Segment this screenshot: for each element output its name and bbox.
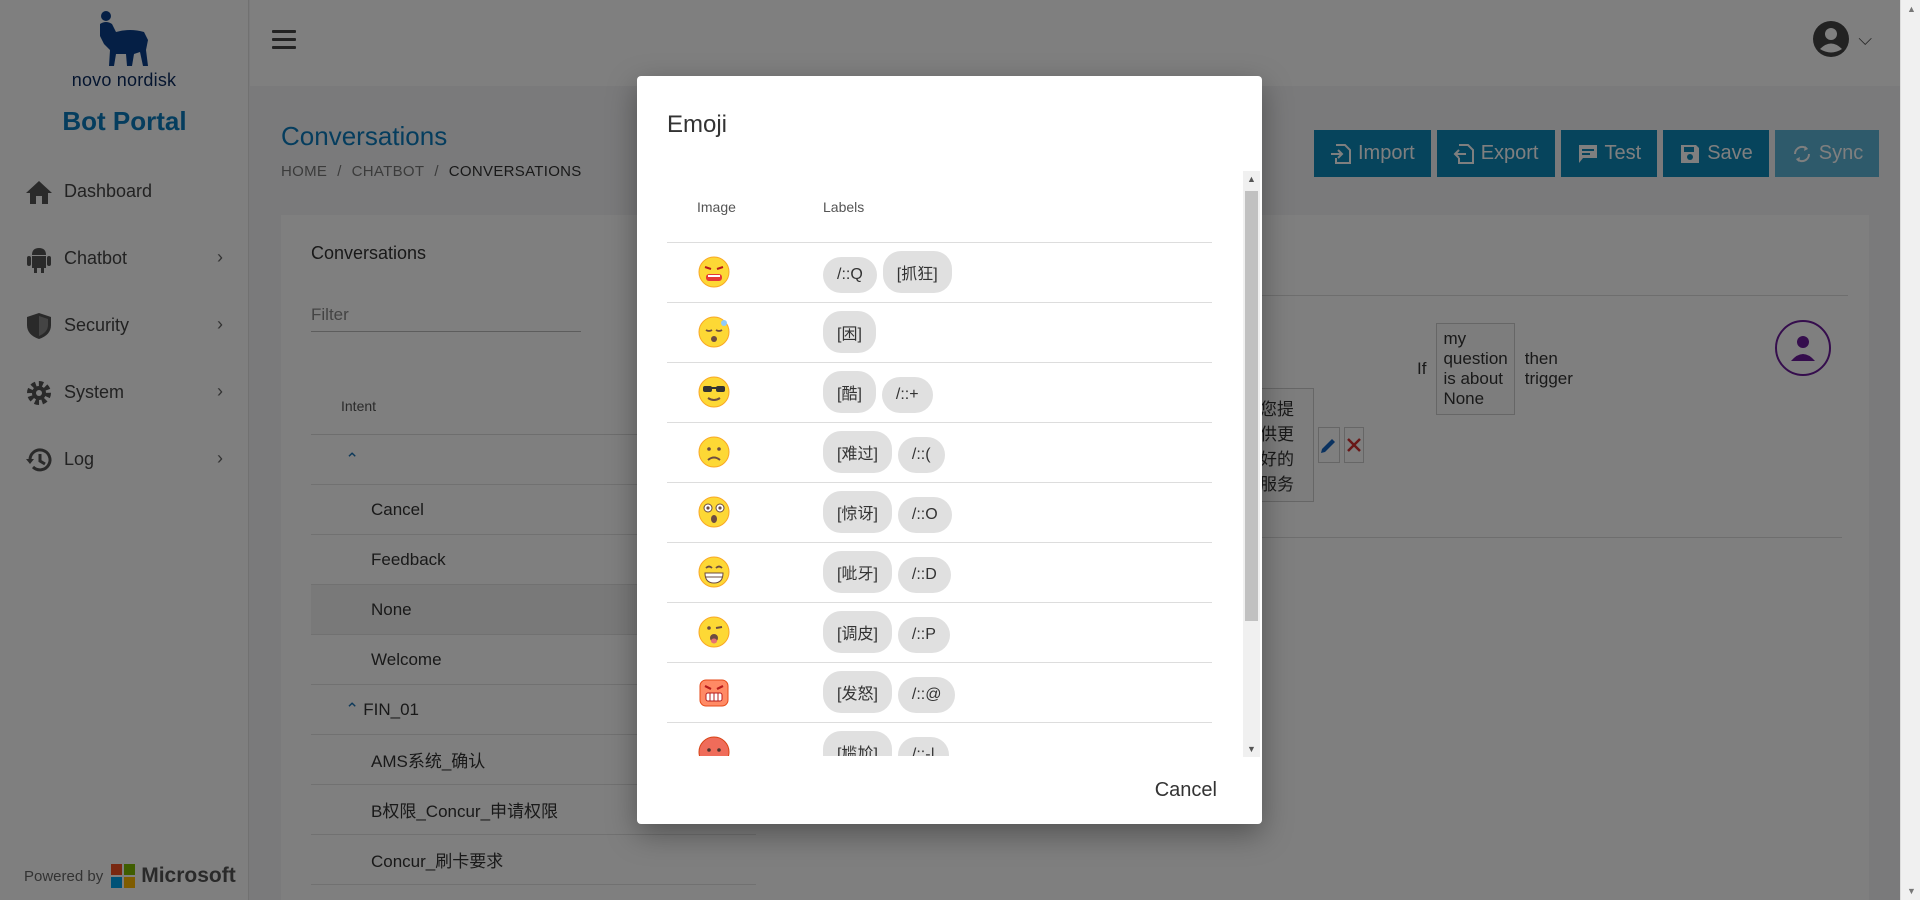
- dialog-scrollbar[interactable]: ▲ ▼: [1243, 171, 1260, 757]
- grimace-emoji-icon: [698, 256, 730, 288]
- emoji-label-chip[interactable]: /::@: [897, 677, 956, 713]
- table-row: /::Q [抓狂]: [667, 242, 1212, 303]
- emoji-label-chip[interactable]: /::D: [897, 557, 951, 593]
- table-row: [困]: [667, 302, 1212, 363]
- tongue-emoji-icon: [698, 616, 730, 648]
- table-row: [难过]/::(: [667, 422, 1212, 483]
- emoji-label-chip[interactable]: /::Q: [823, 257, 877, 293]
- surprised-emoji-icon: [698, 496, 730, 528]
- table-row: [调皮]/::P: [667, 602, 1212, 663]
- emoji-label-chip[interactable]: [难过]: [823, 431, 892, 473]
- emoji-label-chip[interactable]: /::P: [897, 617, 950, 653]
- table-row: [酷]/::+: [667, 362, 1212, 423]
- scroll-down-icon: ▼: [1247, 744, 1256, 754]
- emoji-label-chip[interactable]: [困]: [823, 311, 876, 353]
- emoji-label-chip[interactable]: /::-|: [897, 737, 949, 756]
- scroll-down-icon: ▼: [1907, 886, 1916, 896]
- emoji-label-chip[interactable]: [调皮]: [823, 611, 892, 653]
- table-row: [尴尬] /::-|: [667, 722, 1212, 756]
- page-scrollbar[interactable]: ▲ ▼: [1900, 0, 1920, 900]
- scroll-up-icon: ▲: [1907, 4, 1916, 14]
- angry-emoji-icon: [699, 679, 729, 707]
- emoji-table: Image Labels /::Q [抓狂] [困] [酷]/::+ [难过] …: [667, 172, 1212, 756]
- table-row: [呲牙]/::D: [667, 542, 1212, 603]
- cool-emoji-icon: [698, 376, 730, 408]
- emoji-dialog: Emoji Image Labels /::Q [抓狂] [困] [酷] /::…: [637, 76, 1262, 824]
- sad-emoji-icon: [698, 436, 730, 468]
- table-row: [惊讶]/::O: [667, 482, 1212, 543]
- scroll-up-icon: ▲: [1247, 174, 1256, 184]
- emoji-label-chip[interactable]: [酷]: [823, 371, 876, 413]
- emoji-label-chip[interactable]: [尴尬]: [823, 731, 892, 756]
- emoji-label-chip[interactable]: /::+: [881, 377, 933, 413]
- emoji-label-chip[interactable]: /::O: [897, 497, 952, 533]
- col-image-header: Image: [667, 172, 823, 243]
- dialog-title: Emoji: [667, 111, 728, 138]
- emoji-label-chip[interactable]: [惊讶]: [823, 491, 892, 533]
- awkward-emoji-icon: [698, 736, 730, 756]
- cancel-button[interactable]: Cancel: [1155, 779, 1217, 802]
- sleepy-emoji-icon: [698, 316, 730, 348]
- col-labels-header: Labels: [823, 172, 1212, 243]
- emoji-label-chip[interactable]: [抓狂]: [882, 251, 952, 293]
- emoji-label-chip[interactable]: /::(: [897, 437, 945, 473]
- emoji-label-chip[interactable]: [发怒]: [823, 671, 892, 713]
- grin-emoji-icon: [698, 556, 730, 588]
- table-row: [发怒]/::@: [667, 662, 1212, 723]
- emoji-label-chip[interactable]: [呲牙]: [823, 551, 892, 593]
- emoji-table-wrap: Image Labels /::Q [抓狂] [困] [酷]/::+ [难过] …: [667, 172, 1247, 756]
- scrollbar-thumb[interactable]: [1245, 191, 1258, 621]
